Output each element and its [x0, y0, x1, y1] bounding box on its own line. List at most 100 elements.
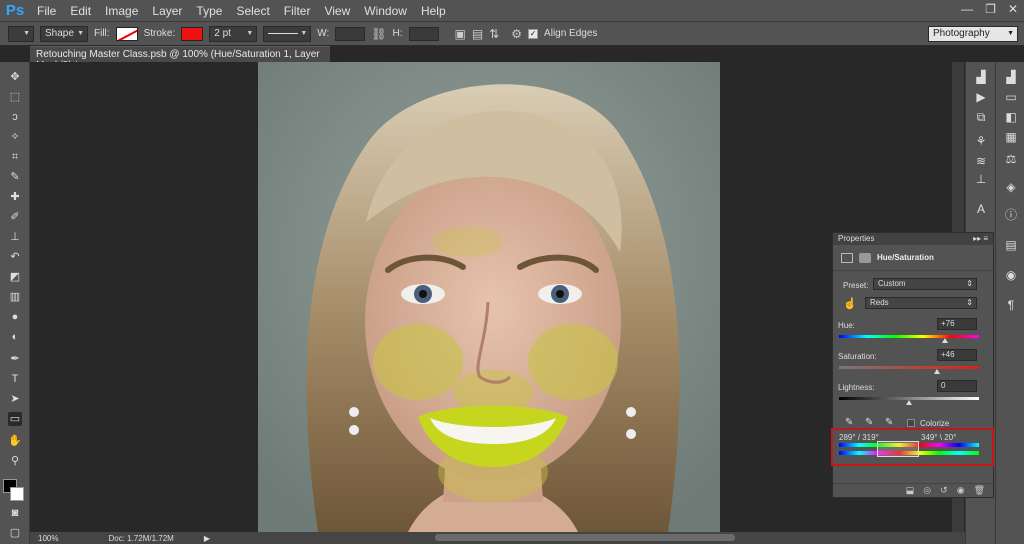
healing-brush-tool-icon[interactable]: ✚: [8, 190, 22, 204]
eraser-tool-icon[interactable]: ◩: [8, 270, 22, 284]
brush-tool-icon[interactable]: ✐: [8, 210, 22, 224]
gear-icon[interactable]: ⚙: [511, 27, 522, 41]
stroke-width-dropdown[interactable]: 2 pt ▼: [209, 25, 258, 42]
gradient-tool-icon[interactable]: ▥: [8, 290, 22, 304]
menu-select[interactable]: Select: [229, 4, 276, 18]
eyedropper-plus-icon[interactable]: ✎: [865, 417, 873, 428]
clone-stamp-tool-icon[interactable]: ⊥: [8, 230, 22, 244]
path-operations-icon[interactable]: ▣: [455, 27, 466, 41]
fill-swatch[interactable]: [115, 26, 138, 41]
clone-source-icon[interactable]: ⊥: [974, 172, 988, 186]
workspace-dropdown[interactable]: Photography ▼: [928, 25, 1018, 42]
navigator-icon[interactable]: ▟: [1004, 70, 1018, 84]
zoom-level[interactable]: 100%: [38, 534, 58, 543]
properties-icon[interactable]: ▤: [1004, 238, 1018, 252]
saturation-input[interactable]: +46: [937, 349, 977, 361]
properties-tab[interactable]: Properties ▸▸ ≡: [833, 233, 993, 245]
layers-icon[interactable]: ◈: [1004, 180, 1018, 194]
menu-window[interactable]: Window: [357, 4, 414, 18]
pen-tool-icon[interactable]: ✒: [8, 352, 22, 366]
document-tab[interactable]: Retouching Master Class.psb @ 100% (Hue/…: [30, 46, 330, 71]
align-edges-checkbox[interactable]: ✓: [528, 28, 539, 39]
path-arrangement-icon[interactable]: ⇅: [489, 27, 499, 41]
horizontal-scrollbar[interactable]: [435, 534, 735, 541]
background-color-swatch[interactable]: [10, 487, 24, 501]
highlight-box: [831, 428, 994, 466]
view-previous-icon[interactable]: ◎: [923, 485, 931, 496]
visibility-eye-icon[interactable]: ◉: [957, 485, 965, 496]
menu-type[interactable]: Type: [189, 4, 229, 18]
brush-panel-icon[interactable]: ≋: [974, 154, 988, 168]
swatches-icon[interactable]: ▦: [1004, 130, 1018, 144]
reset-icon[interactable]: ↺: [940, 485, 948, 496]
marquee-tool-icon[interactable]: ⬚: [8, 90, 22, 104]
shape-mode-dropdown[interactable]: Shape ▼: [40, 25, 88, 42]
blur-tool-icon[interactable]: ●: [8, 310, 22, 324]
eyedropper-icon[interactable]: ✎: [845, 417, 853, 428]
height-input[interactable]: [408, 26, 439, 41]
menu-help[interactable]: Help: [414, 4, 453, 18]
mask-icon[interactable]: [859, 252, 871, 263]
stroke-type-dropdown[interactable]: ▼: [263, 25, 312, 42]
status-menu-arrow-icon[interactable]: ▶: [204, 534, 210, 543]
canvas-area[interactable]: [30, 62, 965, 532]
type-tool-icon[interactable]: T: [8, 372, 22, 386]
menu-image[interactable]: Image: [98, 4, 145, 18]
menu-file[interactable]: File: [30, 4, 63, 18]
saturation-slider-track[interactable]: [839, 366, 979, 369]
minimize-button[interactable]: —: [961, 2, 973, 16]
info-circle-icon[interactable]: ⓘ: [1004, 208, 1018, 222]
info-icon[interactable]: ▭: [1004, 90, 1018, 104]
path-selection-tool-icon[interactable]: ➤: [8, 392, 22, 406]
on-image-adjust-icon[interactable]: ☝: [843, 297, 857, 310]
lightness-input[interactable]: 0: [937, 380, 977, 392]
channels-icon[interactable]: ◉: [1004, 268, 1018, 282]
histogram-icon[interactable]: ▟: [974, 70, 988, 84]
brush-presets-icon[interactable]: ⚘: [974, 134, 988, 148]
close-button[interactable]: ✕: [1008, 2, 1018, 16]
eyedropper-tool-icon[interactable]: ✎: [8, 170, 22, 184]
eyedropper-minus-icon[interactable]: ✎: [885, 417, 893, 428]
channel-dropdown[interactable]: Reds ⇕: [865, 297, 977, 309]
tool-preset-picker[interactable]: ▼: [8, 25, 34, 42]
dodge-tool-icon[interactable]: ◐: [8, 330, 22, 344]
hue-label: Hue:: [838, 321, 855, 330]
options-bar: ▼ Shape ▼ Fill: Stroke: 2 pt ▼ ▼ W: ⛓ H: ▣…: [0, 22, 1024, 46]
character-panel-icon[interactable]: A: [974, 202, 988, 216]
hue-slider-track[interactable]: [839, 335, 979, 338]
preset-dropdown[interactable]: Custom ⇕: [873, 278, 977, 290]
hand-tool-icon[interactable]: ✋: [8, 434, 22, 448]
rectangle-tool-icon[interactable]: ▭: [8, 412, 22, 426]
restore-button[interactable]: ❐: [985, 2, 996, 16]
saturation-slider-thumb[interactable]: [934, 369, 940, 374]
history-icon[interactable]: ⧉: [974, 110, 988, 124]
actions-play-icon[interactable]: ▶: [974, 90, 988, 104]
lightness-slider-thumb[interactable]: [906, 400, 912, 405]
move-tool-icon[interactable]: ✥: [8, 70, 22, 84]
crop-tool-icon[interactable]: ⌗: [8, 150, 22, 164]
hue-input[interactable]: +76: [937, 318, 977, 330]
link-icon[interactable]: ⛓: [371, 27, 386, 41]
lasso-tool-icon[interactable]: ↄ: [8, 110, 22, 124]
color-icon[interactable]: ◧: [1004, 110, 1018, 124]
panel-menu-icon[interactable]: ▸▸ ≡: [973, 234, 988, 243]
trash-icon[interactable]: 🗑: [974, 485, 985, 496]
clip-to-layer-icon[interactable]: ⬓: [906, 485, 915, 496]
quick-mask-icon[interactable]: ◙: [8, 506, 22, 520]
path-alignment-icon[interactable]: ▤: [472, 27, 483, 41]
stroke-swatch[interactable]: [181, 26, 204, 41]
workspace-value: Photography: [933, 28, 990, 39]
menu-filter[interactable]: Filter: [277, 4, 318, 18]
menu-edit[interactable]: Edit: [63, 4, 98, 18]
paragraph-icon[interactable]: ¶: [1004, 298, 1018, 312]
hue-slider-thumb[interactable]: [942, 338, 948, 343]
width-input[interactable]: [335, 26, 366, 41]
colorize-checkbox[interactable]: [907, 419, 915, 427]
history-brush-tool-icon[interactable]: ↶: [8, 250, 22, 264]
menu-layer[interactable]: Layer: [145, 4, 189, 18]
menu-view[interactable]: View: [317, 4, 357, 18]
quick-selection-tool-icon[interactable]: ✧: [8, 130, 22, 144]
zoom-tool-icon[interactable]: ⚲: [8, 454, 22, 468]
adjustments-icon[interactable]: ⚖: [1004, 152, 1018, 166]
screen-mode-icon[interactable]: ▢: [8, 526, 22, 540]
